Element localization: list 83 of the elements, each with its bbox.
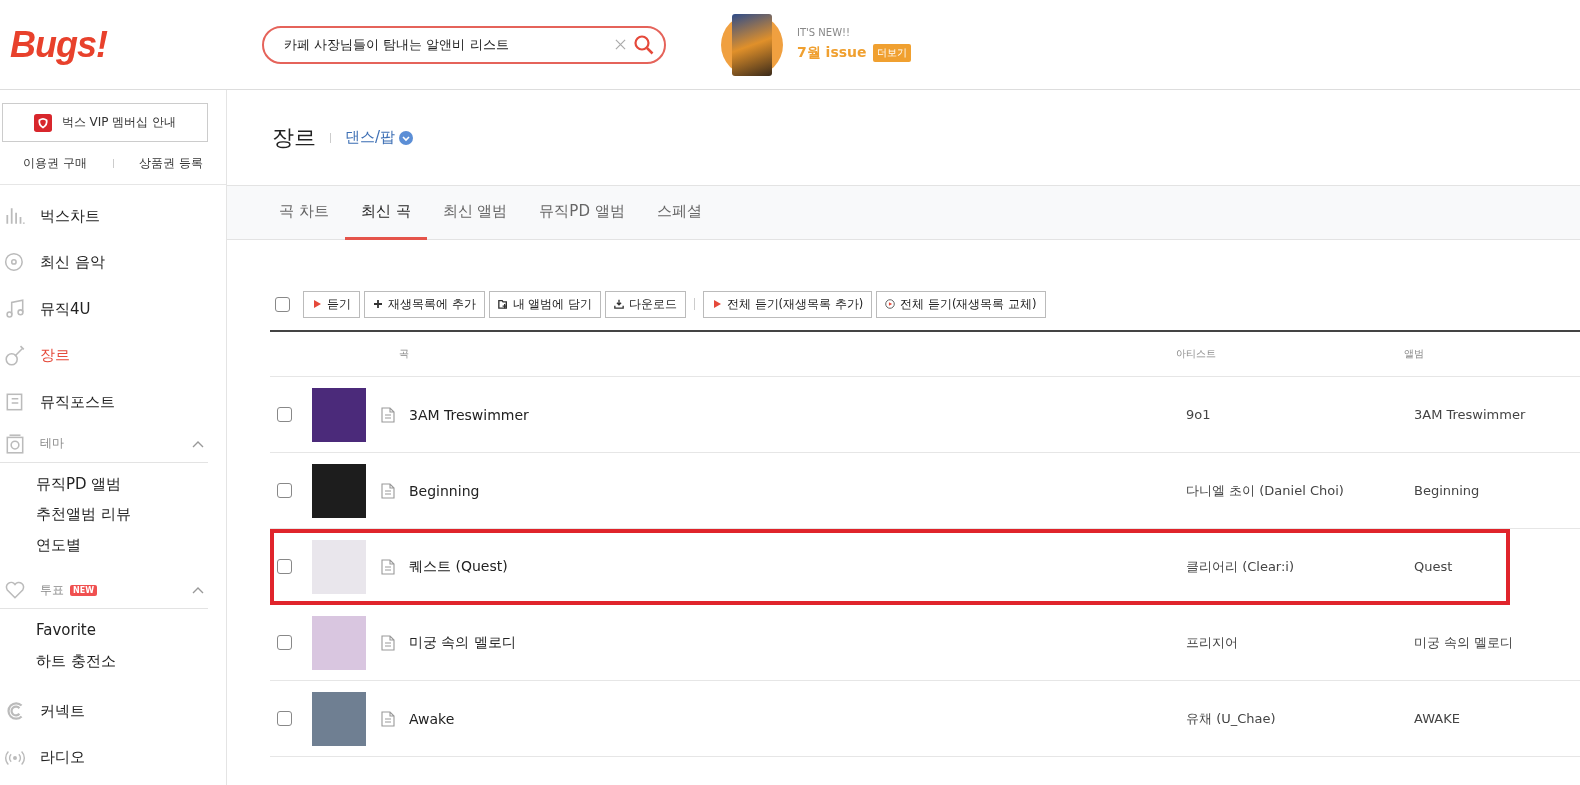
sidebar-item[interactable]: 커넥트 [0, 688, 226, 735]
song-title[interactable]: 3AM Treswimmer [409, 406, 529, 423]
toolbar-button[interactable]: 전체 듣기(재생목록 교체) [876, 290, 1046, 318]
sidebar-subitem[interactable]: 하트 충전소 [36, 645, 226, 676]
folder-plus-icon [497, 299, 508, 309]
artist-name[interactable]: 유채 (U_Chae) [1186, 710, 1276, 726]
tab[interactable]: 최신 앨범 [426, 186, 524, 240]
disc-icon [4, 251, 26, 274]
plus-icon [373, 299, 383, 309]
chevron-icon[interactable] [192, 439, 204, 448]
album-name[interactable]: 3AM Treswimmer [1414, 407, 1526, 422]
chevron-icon[interactable] [192, 586, 204, 594]
speaker-icon [4, 432, 26, 455]
lyrics-icon[interactable] [381, 710, 395, 727]
sidebar-section-header[interactable]: 테마 [0, 425, 208, 463]
sidebar-item[interactable]: 뮤직4U [0, 286, 226, 333]
lyrics-icon[interactable] [381, 558, 395, 575]
section-label: 테마 [40, 435, 64, 452]
sidebar-item[interactable]: 벅스차트 [0, 193, 226, 240]
song-title[interactable]: 퀘스트 (Quest) [409, 557, 508, 574]
toolbar-button[interactable]: 내 앨범에 담기 [488, 290, 601, 318]
tab[interactable]: 뮤직PD 앨범 [523, 186, 641, 240]
tab[interactable]: 스페셜 [640, 186, 718, 240]
vip-membership-button[interactable]: 벅스 VIP 멤버십 안내 [2, 103, 208, 142]
search-field[interactable]: 카페 사장님들이 탐내는 알앤비 리스트 [282, 36, 615, 53]
sidebar-link[interactable]: 상품권 등록 [139, 154, 204, 172]
play-circle-icon [885, 299, 896, 309]
search-bar[interactable]: 카페 사장님들이 탐내는 알앤비 리스트 [262, 25, 666, 64]
artist-name[interactable]: 클리어리 (Clear:i) [1186, 558, 1295, 574]
sidebar-item[interactable]: 뮤직포스트 [0, 379, 226, 426]
toolbar-button[interactable]: 다운로드 [604, 290, 686, 318]
column-header: 곡 [399, 347, 410, 361]
bugs-logo[interactable]: Bugs! [10, 23, 260, 66]
row-checkbox[interactable] [277, 559, 292, 574]
tab[interactable]: 최신 곡 [344, 186, 427, 240]
new-badge: NEW [70, 584, 97, 596]
row-checkbox[interactable] [277, 635, 292, 650]
sidebar-item[interactable]: 장르 [0, 332, 226, 379]
row-checkbox[interactable] [277, 483, 292, 498]
column-header: 아티스트 [1176, 347, 1217, 361]
lyrics-icon[interactable] [381, 482, 395, 499]
album-name[interactable]: Beginning [1414, 483, 1480, 498]
toolbar-button[interactable]: 전체 듣기(재생목록 추가) [702, 290, 873, 318]
sidebar-subitem[interactable]: Favorite [36, 615, 226, 646]
artist-name[interactable]: 다니엘 초이 (Daniel Choi) [1186, 482, 1344, 498]
song-title[interactable]: Awake [409, 710, 455, 727]
clear-icon[interactable] [615, 39, 626, 50]
section-label: 투표 [40, 581, 64, 599]
select-all-checkbox[interactable] [275, 296, 290, 312]
dropdown-icon[interactable] [399, 130, 414, 145]
album-name[interactable]: AWAKE [1414, 711, 1460, 726]
toolbar-button[interactable]: 재생목록에 추가 [364, 290, 485, 318]
song-title[interactable]: 미궁 속의 멜로디 [409, 633, 516, 650]
sidebar-subitem[interactable]: 연도별 [36, 529, 226, 560]
sidebar-item[interactable]: 최신 음악 [0, 239, 226, 286]
column-header: 앨범 [1404, 347, 1425, 361]
album-name[interactable]: Quest [1414, 559, 1453, 574]
row-checkbox[interactable] [277, 711, 292, 726]
sidebar-section-header[interactable]: 투표 NEW [0, 572, 208, 609]
genre-dropdown[interactable]: 댄스/팝 [345, 128, 396, 147]
music-note-icon [4, 298, 26, 321]
vip-logo-icon [33, 113, 52, 132]
page-title: 장르 [272, 123, 316, 152]
sidebar-link[interactable]: 이용권 구매 [22, 154, 87, 172]
sidebar-item[interactable]: 라디오 [0, 734, 226, 781]
promo-eyebrow: IT'S NEW!! [797, 27, 852, 38]
lyrics-icon[interactable] [381, 406, 395, 423]
lyrics-icon[interactable] [381, 634, 395, 651]
play-icon [711, 299, 722, 309]
artist-name[interactable]: 9o1 [1186, 407, 1211, 422]
guitar-icon [4, 344, 26, 367]
sidebar-subitem[interactable]: 추천앨범 리뷰 [36, 499, 226, 530]
heart-icon [4, 579, 26, 601]
artist-name[interactable]: 프리지어 [1186, 634, 1238, 650]
toolbar-button[interactable]: 듣기 [303, 290, 360, 318]
album-name[interactable]: 미궁 속의 멜로디 [1414, 634, 1514, 650]
search-icon[interactable] [634, 34, 654, 55]
play-icon [312, 299, 322, 309]
row-checkbox[interactable] [277, 407, 292, 422]
tab[interactable]: 곡 차트 [263, 186, 345, 240]
song-title[interactable]: Beginning [409, 482, 480, 499]
download-icon [613, 299, 624, 309]
sidebar-subitem[interactable]: 뮤직PD 앨범 [36, 468, 226, 499]
